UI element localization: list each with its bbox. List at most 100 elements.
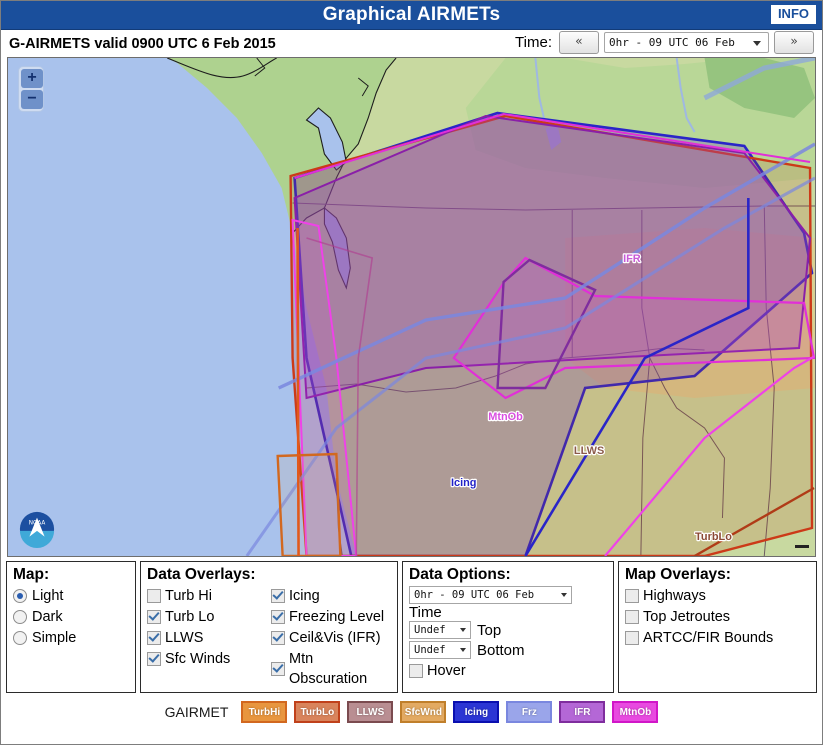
legend-swatch-ifr[interactable]: IFR: [559, 701, 606, 723]
data-options-time-label: Time: [409, 604, 442, 622]
legend-swatch-turblo[interactable]: TurbLo: [294, 701, 341, 723]
data-options-bottom-label: Bottom: [477, 641, 525, 659]
svg-text:NOAA: NOAA: [29, 520, 46, 526]
label-icing: Icing: [289, 588, 320, 604]
data-options-bottom-row: Undef Bottom: [409, 641, 607, 660]
legend-swatch-frz[interactable]: Frz: [506, 701, 553, 723]
legend-title: GAIRMET: [164, 704, 229, 720]
data-options-bottom-value: Undef: [414, 644, 446, 657]
zoom-controls: + −: [18, 66, 44, 112]
map-label-ifr: IFR: [623, 253, 641, 265]
checkbox-row-hover[interactable]: Hover: [409, 661, 607, 681]
label-hover: Hover: [427, 663, 466, 680]
airmet-polygon-sfcwnd: [276, 452, 342, 556]
checkbox-row-top-jetroutes[interactable]: Top Jetroutes: [625, 607, 810, 627]
checkbox-ceil-vis-icon[interactable]: [271, 631, 285, 645]
label-sfc-winds: Sfc Winds: [165, 651, 231, 667]
time-label: Time:: [515, 34, 552, 51]
checkbox-hover-icon[interactable]: [409, 664, 423, 679]
checkbox-row-sfc-winds[interactable]: Sfc Winds: [147, 649, 267, 669]
checkbox-row-freezing-level[interactable]: Freezing Level: [271, 607, 391, 627]
data-overlays-title: Data Overlays:: [147, 566, 256, 583]
data-options-bottom-select[interactable]: Undef: [409, 641, 471, 660]
label-highways: Highways: [643, 588, 706, 604]
data-options-top-select[interactable]: Undef: [409, 621, 471, 640]
label-freezing-level: Freezing Level: [289, 609, 385, 625]
map-label-mtnob: MtnOb: [488, 411, 523, 423]
map-style-panel: Map: Light Dark Simple: [6, 561, 136, 693]
legend-swatch-sfcwnd[interactable]: SfcWnd: [400, 701, 447, 723]
data-options-top-value: Undef: [414, 624, 446, 637]
chevron-down-icon: [753, 41, 761, 46]
legend-swatch-turbhi[interactable]: TurbHi: [241, 701, 288, 723]
previous-time-button[interactable]: «: [559, 31, 599, 54]
map-graphics: IFR MtnOb LLWS Icing TurbLo: [8, 58, 815, 556]
map-style-option-dark[interactable]: Dark: [13, 607, 129, 627]
checkbox-mtn-obscuration-icon[interactable]: [271, 662, 285, 676]
map-style-title: Map:: [13, 566, 50, 583]
legend-swatch-llws[interactable]: LLWS: [347, 701, 394, 723]
chevron-down-icon: [460, 628, 466, 633]
checkbox-row-turb-lo[interactable]: Turb Lo: [147, 607, 267, 627]
radio-dark-icon[interactable]: [13, 610, 27, 624]
chevron-down-icon: [561, 593, 567, 597]
map-label-icing: Icing: [451, 477, 477, 489]
label-turb-hi: Turb Hi: [165, 588, 212, 604]
data-options-top-row: Undef Top: [409, 621, 607, 640]
data-overlays-left-column: Turb Hi Turb Lo LLWS Sfc Winds: [147, 586, 267, 690]
checkbox-turb-hi-icon[interactable]: [147, 589, 161, 603]
checkbox-row-artcc-fir-bounds[interactable]: ARTCC/FIR Bounds: [625, 628, 810, 648]
map-overlays-title: Map Overlays:: [625, 566, 731, 583]
label-ceil-vis: Ceil&Vis (IFR): [289, 630, 381, 646]
radio-simple-icon[interactable]: [13, 631, 27, 645]
checkbox-row-highways[interactable]: Highways: [625, 586, 810, 606]
radio-light-icon[interactable]: [13, 589, 27, 603]
data-overlays-right-column: Icing Freezing Level Ceil&Vis (IFR) Mtn …: [271, 586, 391, 690]
map-style-label-simple: Simple: [32, 630, 77, 646]
time-controls: Time: « 0hr - 09 UTC 06 Feb »: [515, 31, 814, 54]
time-select[interactable]: 0hr - 09 UTC 06 Feb: [604, 32, 769, 53]
info-button[interactable]: INFO: [770, 5, 816, 24]
checkbox-highways-icon[interactable]: [625, 589, 639, 603]
map-style-option-light[interactable]: Light: [13, 586, 129, 606]
label-top-jetroutes: Top Jetroutes: [643, 609, 731, 625]
airmet-polygon-turbhi-edge: [296, 227, 300, 556]
chevron-down-icon: [460, 648, 466, 653]
graphical-airmets-app: Graphical AIRMETs INFO G-AIRMETS valid 0…: [0, 0, 823, 745]
checkbox-row-ceil-vis[interactable]: Ceil&Vis (IFR): [271, 628, 391, 648]
map-style-label-dark: Dark: [32, 609, 63, 625]
zoom-out-button[interactable]: −: [21, 90, 43, 109]
time-select-value: 0hr - 09 UTC 06 Feb: [609, 36, 735, 49]
checkbox-row-turb-hi[interactable]: Turb Hi: [147, 586, 267, 606]
map-style-label-light: Light: [32, 588, 64, 604]
map-canvas[interactable]: IFR MtnOb LLWS Icing TurbLo + − NOAA: [7, 57, 816, 557]
legend-swatch-icing[interactable]: Icing: [453, 701, 500, 723]
label-artcc-fir-bounds: ARTCC/FIR Bounds: [643, 630, 774, 646]
legend-swatch-mtnob[interactable]: MtnOb: [612, 701, 659, 723]
checkbox-row-llws[interactable]: LLWS: [147, 628, 267, 648]
checkbox-freezing-level-icon[interactable]: [271, 610, 285, 624]
title-bar: Graphical AIRMETs INFO: [1, 1, 822, 30]
map-label-turblo: TurbLo: [695, 531, 732, 543]
checkbox-row-icing[interactable]: Icing: [271, 586, 391, 606]
checkbox-turb-lo-icon[interactable]: [147, 610, 161, 624]
zoom-in-button[interactable]: +: [21, 69, 43, 88]
checkbox-sfc-winds-icon[interactable]: [147, 652, 161, 666]
map-style-option-simple[interactable]: Simple: [13, 628, 129, 648]
sub-header: G-AIRMETS valid 0900 UTC 6 Feb 2015 Time…: [1, 30, 822, 57]
label-turb-lo: Turb Lo: [165, 609, 215, 625]
data-overlays-panel: Data Overlays: Turb Hi Turb Lo LLWS Sfc …: [140, 561, 398, 693]
map-overlays-panel: Map Overlays: Highways Top Jetroutes ART…: [618, 561, 817, 693]
map-label-llws: LLWS: [574, 445, 604, 457]
gairmet-legend: GAIRMET TurbHi TurbLo LLWS SfcWnd Icing …: [1, 701, 822, 723]
checkbox-top-jetroutes-icon[interactable]: [625, 610, 639, 624]
next-time-button[interactable]: »: [774, 31, 814, 54]
checkbox-llws-icon[interactable]: [147, 631, 161, 645]
data-options-time-select[interactable]: 0hr - 09 UTC 06 Feb: [409, 586, 572, 604]
checkbox-row-mtn-obscuration[interactable]: Mtn Obscuration: [271, 649, 391, 689]
label-mtn-obscuration: Mtn Obscuration: [289, 651, 368, 687]
checkbox-icing-icon[interactable]: [271, 589, 285, 603]
page-title: Graphical AIRMETs: [322, 4, 501, 25]
checkbox-artcc-fir-bounds-icon[interactable]: [625, 631, 639, 645]
map-scale-bar: [795, 545, 809, 548]
